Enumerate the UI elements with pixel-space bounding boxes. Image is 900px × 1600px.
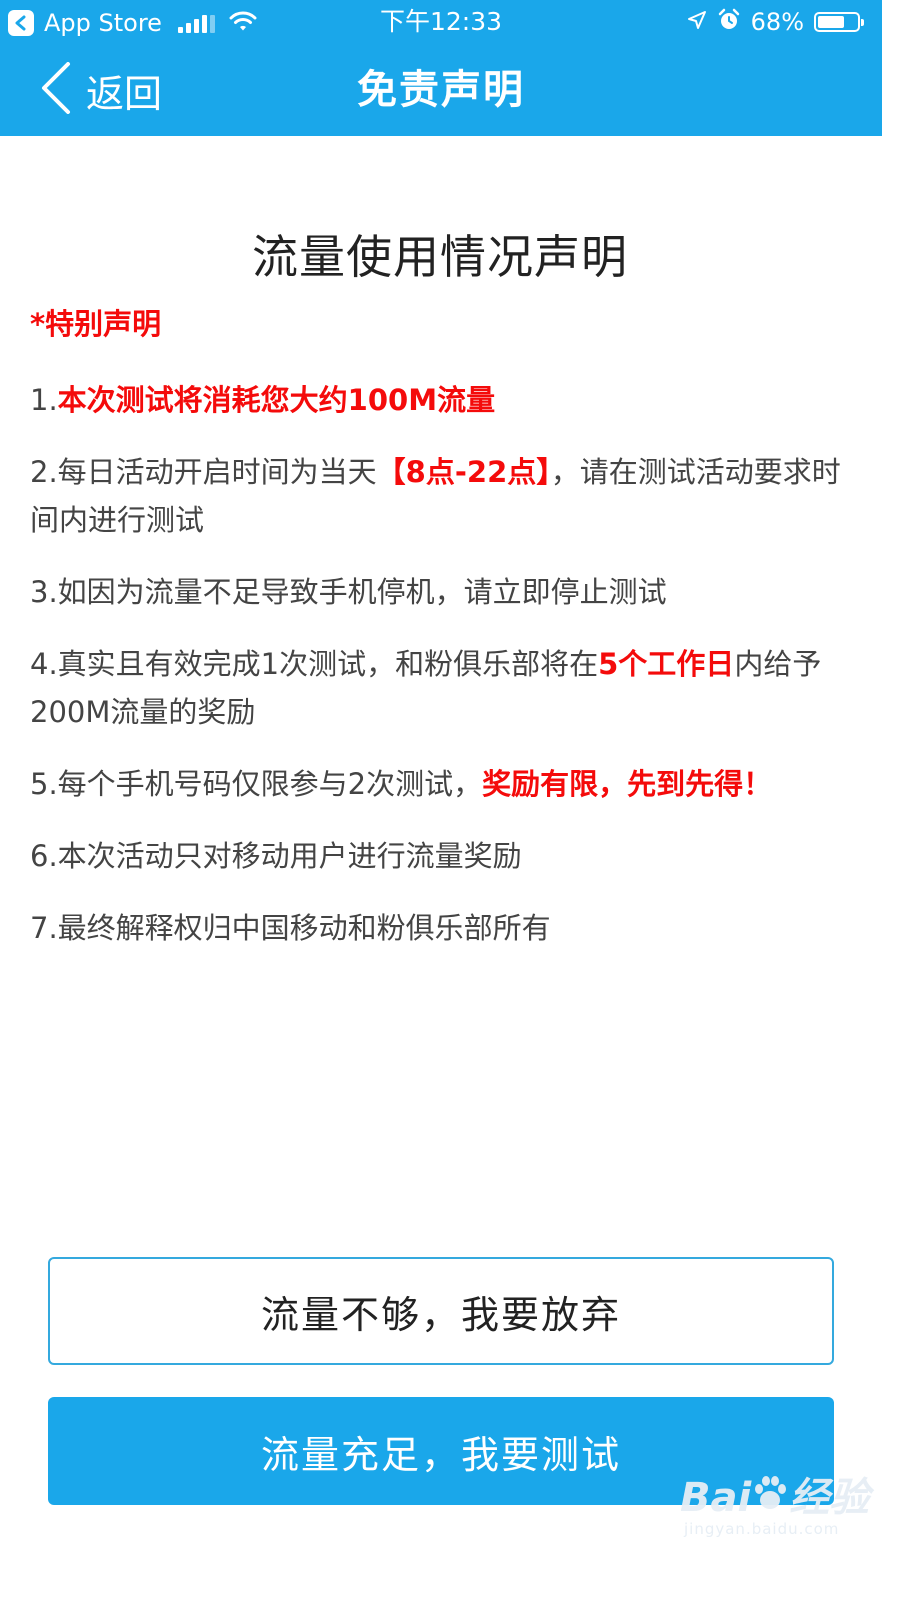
status-right: 68% xyxy=(687,7,864,37)
baidu-jingyan-watermark: Bai 经验 jingyan.baidu.com xyxy=(680,1474,870,1539)
item-prefix: 4.真实且有效完成1次测试，和粉俱乐部将在 xyxy=(30,647,599,681)
item-highlight: 【8点-22点】 xyxy=(376,455,551,489)
status-bar: App Store 下午12:33 68% xyxy=(0,0,882,44)
item-text: 6.本次活动只对移动用户进行流量奖励 xyxy=(30,839,522,873)
list-item: 4.真实且有效完成1次测试，和粉俱乐部将在5个工作日内给予200M流量的奖励 xyxy=(30,640,850,736)
item-prefix: 2.每日活动开启时间为当天 xyxy=(30,455,377,489)
special-note: *特别声明 xyxy=(30,307,162,341)
right-edge-strip xyxy=(882,0,900,1600)
item-highlight: 本次测试将消耗您大约100M流量 xyxy=(57,383,496,417)
navigation-bar: 返回 免责声明 xyxy=(0,44,882,136)
disclaimer-content: 流量使用情况声明 *特别声明 1.本次测试将消耗您大约100M流量 2.每日活动… xyxy=(30,136,850,952)
item-prefix: 5.每个手机号码仅限参与2次测试， xyxy=(30,767,483,801)
battery-percent: 68% xyxy=(750,8,804,36)
battery-icon xyxy=(814,12,864,32)
list-item: 2.每日活动开启时间为当天【8点-22点】，请在测试活动要求时间内进行测试 xyxy=(30,448,850,544)
watermark-url: jingyan.baidu.com xyxy=(684,1520,840,1538)
list-item: 6.本次活动只对移动用户进行流量奖励 xyxy=(30,832,850,880)
item-prefix: 1. xyxy=(30,383,58,417)
document-title: 流量使用情况声明 xyxy=(252,230,628,284)
alarm-clock-icon xyxy=(717,8,741,36)
watermark-brand-left: Bai xyxy=(680,1474,752,1521)
location-arrow-icon xyxy=(687,10,707,34)
paw-icon xyxy=(753,1475,787,1520)
list-item: 5.每个手机号码仅限参与2次测试，奖励有限，先到先得！ xyxy=(30,760,850,808)
list-item: 1.本次测试将消耗您大约100M流量 xyxy=(30,376,850,424)
battery-fill xyxy=(818,16,844,28)
give-up-button[interactable]: 流量不够，我要放弃 xyxy=(48,1257,834,1365)
item-highlight: 5个工作日 xyxy=(598,647,735,681)
list-item: 3.如因为流量不足导致手机停机，请立即停止测试 xyxy=(30,568,850,616)
item-text: 7.最终解释权归中国移动和粉俱乐部所有 xyxy=(30,911,551,945)
page-title: 免责声明 xyxy=(357,67,525,113)
list-item: 7.最终解释权归中国移动和粉俱乐部所有 xyxy=(30,904,850,952)
watermark-brand-right: 经验 xyxy=(789,1474,870,1521)
item-highlight: 奖励有限，先到先得！ xyxy=(482,767,773,801)
item-text: 3.如因为流量不足导致手机停机，请立即停止测试 xyxy=(30,575,667,609)
